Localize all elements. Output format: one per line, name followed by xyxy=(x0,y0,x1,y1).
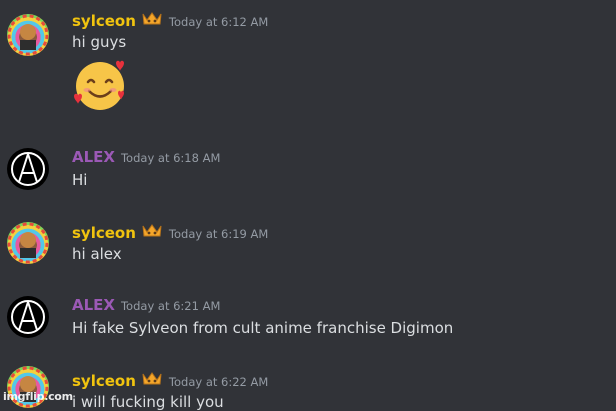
username[interactable]: sylceon xyxy=(72,372,136,390)
avatar[interactable] xyxy=(7,222,49,264)
timestamp: Today at 6:18 AM xyxy=(120,151,221,165)
message-text: hi alex xyxy=(72,245,122,263)
timestamp: Today at 6:19 AM xyxy=(168,227,269,241)
timestamp: Today at 6:21 AM xyxy=(120,299,221,313)
crown-icon xyxy=(141,370,163,386)
smiling-face-with-hearts-icon xyxy=(72,58,128,114)
message-text: i will fucking kill you xyxy=(72,393,224,411)
username[interactable]: sylceon xyxy=(72,12,136,30)
username[interactable]: sylceon xyxy=(72,224,136,242)
message-header: sylceon Today at 6:12 AM xyxy=(72,10,268,32)
timestamp: Today at 6:12 AM xyxy=(168,15,269,29)
avatar[interactable] xyxy=(7,14,49,56)
watermark: imgflip.com xyxy=(3,390,73,403)
message-text: Hi fake Sylveon from cult anime franchis… xyxy=(72,319,454,337)
username[interactable]: ALEX xyxy=(72,296,115,314)
message-header: ALEX Today at 6:21 AM xyxy=(72,296,220,318)
username[interactable]: ALEX xyxy=(72,148,115,166)
crown-icon xyxy=(141,222,163,238)
avatar[interactable] xyxy=(7,148,49,190)
avatar[interactable] xyxy=(7,296,49,338)
message-text: Hi xyxy=(72,171,88,189)
message-header: sylceon Today at 6:19 AM xyxy=(72,222,268,244)
message-text: hi guys xyxy=(72,33,127,51)
message-header: ALEX Today at 6:18 AM xyxy=(72,148,220,170)
message-header: sylceon Today at 6:22 AM xyxy=(72,370,268,392)
timestamp: Today at 6:22 AM xyxy=(168,375,269,389)
crown-icon xyxy=(141,10,163,26)
